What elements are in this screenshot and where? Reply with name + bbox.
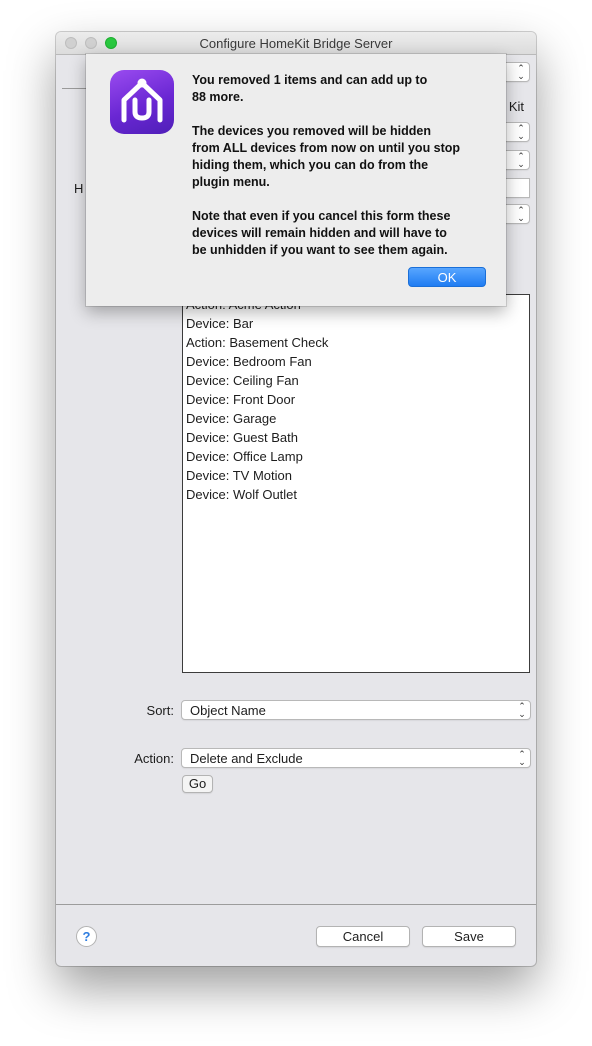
alert-paragraph-1: You removed 1 items and can add up to 88… xyxy=(192,72,492,106)
sort-select[interactable]: Object Name ⌃ ⌄ xyxy=(181,700,531,720)
list-item[interactable]: Device: Front Door xyxy=(186,392,295,407)
list-item[interactable]: Device: Wolf Outlet xyxy=(186,487,297,502)
list-item[interactable]: Device: Guest Bath xyxy=(186,430,298,445)
action-label: Action: xyxy=(134,751,174,766)
action-select[interactable]: Delete and Exclude ⌃ ⌄ xyxy=(181,748,531,768)
dialog-window: Configure HomeKit Bridge Server ⌃ ⌄ Kit ⌃… xyxy=(56,32,536,966)
list-item[interactable]: Device: Ceiling Fan xyxy=(186,373,299,388)
help-icon[interactable]: ? xyxy=(76,926,97,947)
title-bar: Configure HomeKit Bridge Server xyxy=(56,32,536,55)
list-item[interactable]: Device: Garage xyxy=(186,411,276,426)
alert-sheet: You removed 1 items and can add up to 88… xyxy=(86,54,506,306)
list-item[interactable]: Device: Office Lamp xyxy=(186,449,303,464)
list-item[interactable]: Device: Bedroom Fan xyxy=(186,354,312,369)
alert-text-line: hiding them, which you can do from the xyxy=(192,158,429,172)
cancel-button[interactable]: Cancel xyxy=(316,926,410,947)
alert-text-line: 88 more. xyxy=(192,90,244,104)
go-button[interactable]: Go xyxy=(182,775,213,793)
alert-paragraph-2: The devices you removed will be hidden f… xyxy=(192,123,492,191)
list-item[interactable]: Device: TV Motion xyxy=(186,468,292,483)
house-glyph-icon xyxy=(121,78,163,123)
updown-chevron-icon: ⌃ ⌄ xyxy=(518,701,526,719)
alert-text-line: plugin menu. xyxy=(192,175,270,189)
updown-chevron-icon: ⌃ ⌄ xyxy=(517,123,525,141)
alert-text-line: You removed 1 items and can add up to xyxy=(192,73,428,87)
homekit-house-icon xyxy=(110,70,174,134)
ok-button[interactable]: OK xyxy=(408,267,486,287)
updown-chevron-icon: ⌃ ⌄ xyxy=(517,205,525,223)
sort-select-value: Object Name xyxy=(190,703,266,718)
updown-chevron-icon: ⌃ ⌄ xyxy=(518,749,526,767)
window-title: Configure HomeKit Bridge Server xyxy=(199,36,393,51)
alert-paragraph-3: Note that even if you cancel this form t… xyxy=(192,208,492,259)
alert-text-line: from ALL devices from now on until you s… xyxy=(192,141,461,155)
alert-text-line: be unhidden if you want to see them agai… xyxy=(192,243,448,257)
list-item[interactable]: Device: Bar xyxy=(186,316,253,331)
action-select-value: Delete and Exclude xyxy=(190,751,303,766)
updown-chevron-icon: ⌃ ⌄ xyxy=(517,63,525,81)
alert-text-line: Note that even if you cancel this form t… xyxy=(192,209,451,223)
save-button[interactable]: Save xyxy=(422,926,516,947)
footer-separator xyxy=(56,904,536,905)
alert-text-line: devices will remain hidden and will have… xyxy=(192,226,447,240)
list-item[interactable]: Action: Basement Check xyxy=(186,335,328,350)
updown-chevron-icon: ⌃ ⌄ xyxy=(517,151,525,169)
device-list[interactable]: Action: Acme Action Device: Bar Action: … xyxy=(182,294,530,673)
alert-text-line: The devices you removed will be hidden xyxy=(192,124,431,138)
sort-label: Sort: xyxy=(146,703,174,718)
